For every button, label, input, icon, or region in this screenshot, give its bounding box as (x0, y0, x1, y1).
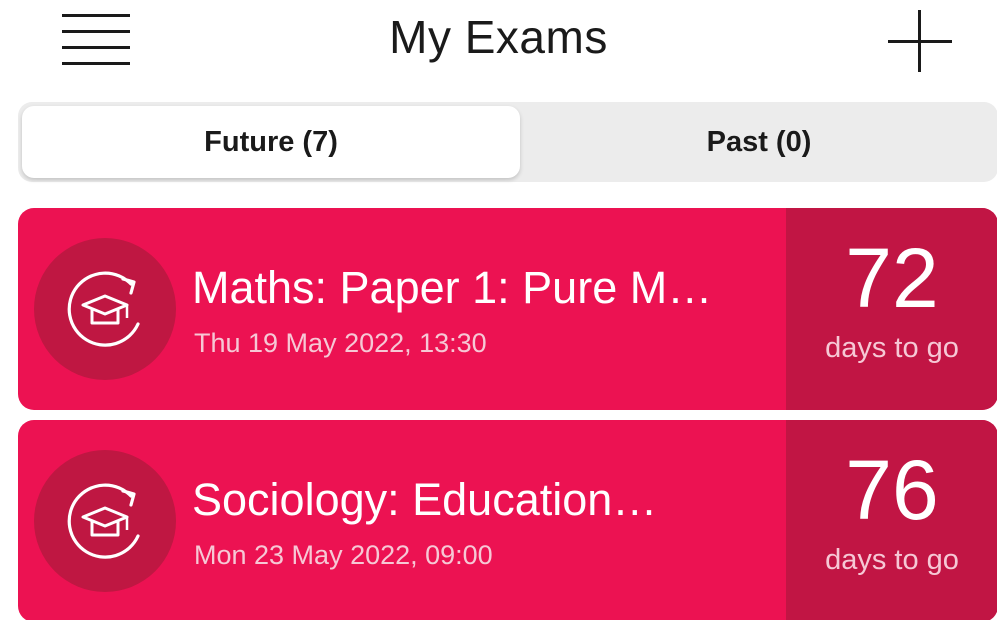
plus-icon[interactable] (884, 8, 956, 76)
exam-tabs: Future (7) Past (0) (18, 102, 997, 182)
exam-date: Mon 23 May 2022, 09:00 (194, 540, 493, 570)
my-exams-screen: My Exams Future (7) Past (0) Maths: Pape… (0, 0, 997, 620)
days-label: days to go (825, 332, 959, 364)
exam-title: Maths: Paper 1: Pure M… (192, 262, 713, 313)
graduation-cap-refresh-icon (34, 450, 176, 592)
tab-past[interactable]: Past (0) (520, 102, 997, 182)
countdown-panel: 72 days to go (786, 208, 997, 410)
exam-date: Thu 19 May 2022, 13:30 (194, 328, 487, 358)
page-title: My Exams (389, 11, 608, 63)
exam-card[interactable]: Sociology: Education… Mon 23 May 2022, 0… (18, 420, 997, 620)
tab-future[interactable]: Future (7) (22, 106, 520, 178)
countdown-panel: 76 days to go (786, 420, 997, 620)
graduation-cap-refresh-icon (34, 238, 176, 380)
days-count: 76 (845, 443, 939, 537)
exam-title: Sociology: Education… (192, 474, 658, 525)
days-count: 72 (845, 231, 939, 325)
exam-card[interactable]: Maths: Paper 1: Pure M… Thu 19 May 2022,… (18, 208, 997, 410)
header: My Exams (0, 0, 997, 84)
days-label: days to go (825, 544, 959, 576)
